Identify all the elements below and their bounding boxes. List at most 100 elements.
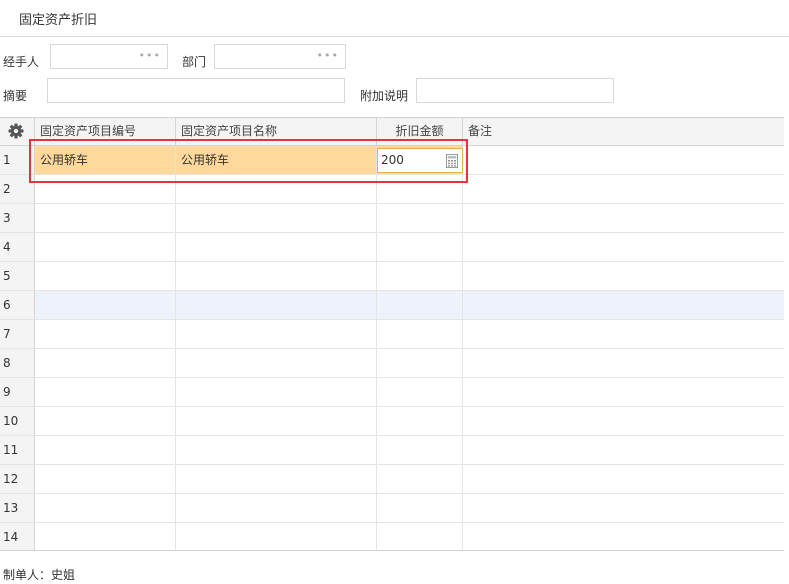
cell-name[interactable]: 公用轿车 bbox=[176, 146, 377, 174]
row-number: 6 bbox=[0, 291, 35, 319]
amount-editor-value: 200 bbox=[381, 153, 404, 167]
cell-code[interactable] bbox=[35, 320, 176, 348]
grid-header: 固定资产项目编号 固定资产项目名称 折旧金额 备注 bbox=[0, 118, 784, 146]
cell-remark[interactable] bbox=[463, 407, 784, 435]
row-number: 11 bbox=[0, 436, 35, 464]
table-row[interactable]: 11 bbox=[0, 436, 784, 465]
cell-remark[interactable] bbox=[463, 204, 784, 232]
cell-name[interactable] bbox=[176, 291, 377, 319]
ellipsis-icon[interactable]: ••• bbox=[317, 49, 339, 62]
column-header-remark[interactable]: 备注 bbox=[463, 118, 784, 145]
cell-amount[interactable] bbox=[377, 523, 463, 550]
cell-amount[interactable] bbox=[377, 349, 463, 377]
table-row[interactable]: 1 公用轿车 公用轿车 200 bbox=[0, 146, 784, 175]
cell-remark[interactable] bbox=[463, 291, 784, 319]
cell-name[interactable] bbox=[176, 465, 377, 493]
cell-name[interactable] bbox=[176, 378, 377, 406]
cell-code[interactable] bbox=[35, 407, 176, 435]
column-header-code[interactable]: 固定资产项目编号 bbox=[35, 118, 176, 145]
depreciation-grid: 固定资产项目编号 固定资产项目名称 折旧金额 备注 1 公用轿车 公用轿车 20… bbox=[0, 117, 784, 551]
row-number: 2 bbox=[0, 175, 35, 203]
cell-name[interactable] bbox=[176, 204, 377, 232]
cell-remark[interactable] bbox=[463, 320, 784, 348]
table-row[interactable]: 3 bbox=[0, 204, 784, 233]
summary-field[interactable] bbox=[47, 78, 345, 103]
note-label: 附加说明 bbox=[360, 89, 409, 103]
cell-remark[interactable] bbox=[463, 146, 784, 174]
page-title: 固定资产折旧 bbox=[19, 13, 98, 28]
row-number: 5 bbox=[0, 262, 35, 290]
amount-editor[interactable]: 200 bbox=[377, 148, 463, 173]
row-number: 14 bbox=[0, 523, 35, 550]
summary-label: 摘要 bbox=[3, 89, 28, 103]
department-field[interactable]: ••• bbox=[214, 44, 346, 69]
handler-field[interactable]: ••• bbox=[50, 44, 168, 69]
cell-remark[interactable] bbox=[463, 465, 784, 493]
note-field[interactable] bbox=[416, 78, 614, 103]
cell-remark[interactable] bbox=[463, 349, 784, 377]
cell-amount[interactable] bbox=[377, 233, 463, 261]
table-row[interactable]: 10 bbox=[0, 407, 784, 436]
row-number: 9 bbox=[0, 378, 35, 406]
row-number: 12 bbox=[0, 465, 35, 493]
cell-amount[interactable] bbox=[377, 436, 463, 464]
cell-amount[interactable] bbox=[377, 407, 463, 435]
table-row[interactable]: 5 bbox=[0, 262, 784, 291]
cell-name[interactable] bbox=[176, 233, 377, 261]
table-row[interactable]: 9 bbox=[0, 378, 784, 407]
row-number: 7 bbox=[0, 320, 35, 348]
cell-code[interactable] bbox=[35, 204, 176, 232]
table-row[interactable]: 2 bbox=[0, 175, 784, 204]
cell-code[interactable] bbox=[35, 262, 176, 290]
table-row[interactable]: 7 bbox=[0, 320, 784, 349]
cell-name[interactable] bbox=[176, 349, 377, 377]
table-row[interactable]: 12 bbox=[0, 465, 784, 494]
cell-amount[interactable] bbox=[377, 465, 463, 493]
calculator-icon[interactable] bbox=[446, 154, 458, 171]
cell-remark[interactable] bbox=[463, 523, 784, 550]
row-number: 8 bbox=[0, 349, 35, 377]
ellipsis-icon[interactable]: ••• bbox=[139, 49, 161, 62]
cell-code[interactable] bbox=[35, 291, 176, 319]
cell-amount[interactable] bbox=[377, 320, 463, 348]
table-row[interactable]: 8 bbox=[0, 349, 784, 378]
cell-name[interactable] bbox=[176, 436, 377, 464]
cell-remark[interactable] bbox=[463, 233, 784, 261]
cell-code[interactable] bbox=[35, 436, 176, 464]
cell-name[interactable] bbox=[176, 523, 377, 550]
cell-code[interactable] bbox=[35, 175, 176, 203]
column-header-amount[interactable]: 折旧金额 bbox=[377, 118, 463, 145]
cell-name[interactable] bbox=[176, 407, 377, 435]
cell-code[interactable] bbox=[35, 465, 176, 493]
cell-amount[interactable] bbox=[377, 291, 463, 319]
row-number: 13 bbox=[0, 494, 35, 522]
cell-name[interactable] bbox=[176, 320, 377, 348]
cell-remark[interactable] bbox=[463, 175, 784, 203]
cell-name[interactable] bbox=[176, 262, 377, 290]
cell-code[interactable]: 公用轿车 bbox=[35, 146, 176, 174]
cell-code[interactable] bbox=[35, 233, 176, 261]
cell-amount[interactable] bbox=[377, 204, 463, 232]
cell-amount[interactable] bbox=[377, 262, 463, 290]
cell-code[interactable] bbox=[35, 378, 176, 406]
table-row[interactable]: 4 bbox=[0, 233, 784, 262]
creator-label: 制单人：史姐 bbox=[3, 568, 76, 582]
column-header-name[interactable]: 固定资产项目名称 bbox=[176, 118, 377, 145]
cell-name[interactable] bbox=[176, 175, 377, 203]
table-row[interactable]: 13 bbox=[0, 494, 784, 523]
cell-remark[interactable] bbox=[463, 494, 784, 522]
cell-remark[interactable] bbox=[463, 262, 784, 290]
cell-amount[interactable] bbox=[377, 175, 463, 203]
gear-icon[interactable] bbox=[0, 118, 35, 145]
cell-amount[interactable] bbox=[377, 494, 463, 522]
table-row[interactable]: 6 bbox=[0, 291, 784, 320]
cell-remark[interactable] bbox=[463, 378, 784, 406]
cell-code[interactable] bbox=[35, 523, 176, 550]
cell-code[interactable] bbox=[35, 349, 176, 377]
table-row[interactable]: 14 bbox=[0, 523, 784, 550]
cell-remark[interactable] bbox=[463, 436, 784, 464]
row-number: 1 bbox=[0, 146, 35, 174]
cell-amount[interactable] bbox=[377, 378, 463, 406]
cell-name[interactable] bbox=[176, 494, 377, 522]
cell-code[interactable] bbox=[35, 494, 176, 522]
